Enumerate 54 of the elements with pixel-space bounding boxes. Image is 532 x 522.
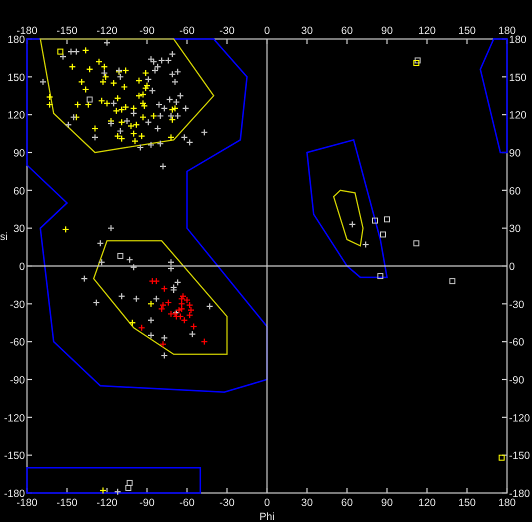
tick-label: -120 <box>96 25 118 37</box>
tick-label: 0 <box>264 25 270 37</box>
tick-label: 60 <box>341 25 353 37</box>
tick-label: 30 <box>13 223 25 236</box>
tick-label: 60 <box>13 185 25 198</box>
tick-label: -180 <box>16 25 38 37</box>
tick-label: 120 <box>7 110 25 122</box>
tick-label: 180 <box>498 25 516 37</box>
tick-label: -60 <box>179 25 195 37</box>
tick-label: -90 <box>139 25 155 37</box>
tick-label: -60 <box>509 336 524 349</box>
tick-label: -30 <box>219 25 235 37</box>
tick-label: -30 <box>509 298 524 311</box>
tick-label: 120 <box>418 25 436 37</box>
tick-label: -90 <box>139 497 155 509</box>
tick-label: -30 <box>10 298 25 311</box>
tick-label: 150 <box>7 72 25 84</box>
tick-label: -150 <box>56 497 78 509</box>
tick-label: -120 <box>4 412 25 424</box>
tick-label: 90 <box>13 148 25 160</box>
tick-label: -120 <box>96 497 118 509</box>
tick-label: -180 <box>16 497 38 509</box>
tick-label: 180 <box>7 34 25 46</box>
tick-label: 180 <box>498 497 516 509</box>
tick-label: 60 <box>341 497 353 509</box>
tick-label: 180 <box>509 34 527 46</box>
tick-label: -60 <box>179 497 195 509</box>
tick-label: 150 <box>509 72 527 84</box>
tick-label: 30 <box>301 25 313 37</box>
axis-title: si <box>0 231 8 243</box>
tick-label: -180 <box>509 488 530 500</box>
tick-label: 90 <box>509 148 521 160</box>
tick-label: 90 <box>381 497 393 509</box>
tick-label: -60 <box>10 336 25 349</box>
tick-label: 0 <box>509 261 515 273</box>
tick-label: -150 <box>4 450 25 462</box>
tick-label: -90 <box>10 374 25 386</box>
tick-label: 150 <box>458 497 476 509</box>
tick-label: -150 <box>56 25 78 37</box>
tick-label: -150 <box>509 450 530 462</box>
tick-label: 120 <box>509 110 527 122</box>
tick-label: 150 <box>458 25 476 37</box>
tick-label: 30 <box>509 223 521 236</box>
tick-label: -180 <box>4 488 25 500</box>
tick-label: -30 <box>219 497 235 509</box>
tick-label: -90 <box>509 374 524 386</box>
tick-label: 90 <box>381 25 393 37</box>
tick-label: 60 <box>509 185 521 198</box>
axis-title: Phi <box>259 511 275 522</box>
tick-label: -120 <box>509 412 530 424</box>
tick-label: 30 <box>301 497 313 509</box>
tick-label: 120 <box>418 497 436 509</box>
tick-label: 0 <box>264 497 270 509</box>
tick-label: 0 <box>19 261 25 273</box>
